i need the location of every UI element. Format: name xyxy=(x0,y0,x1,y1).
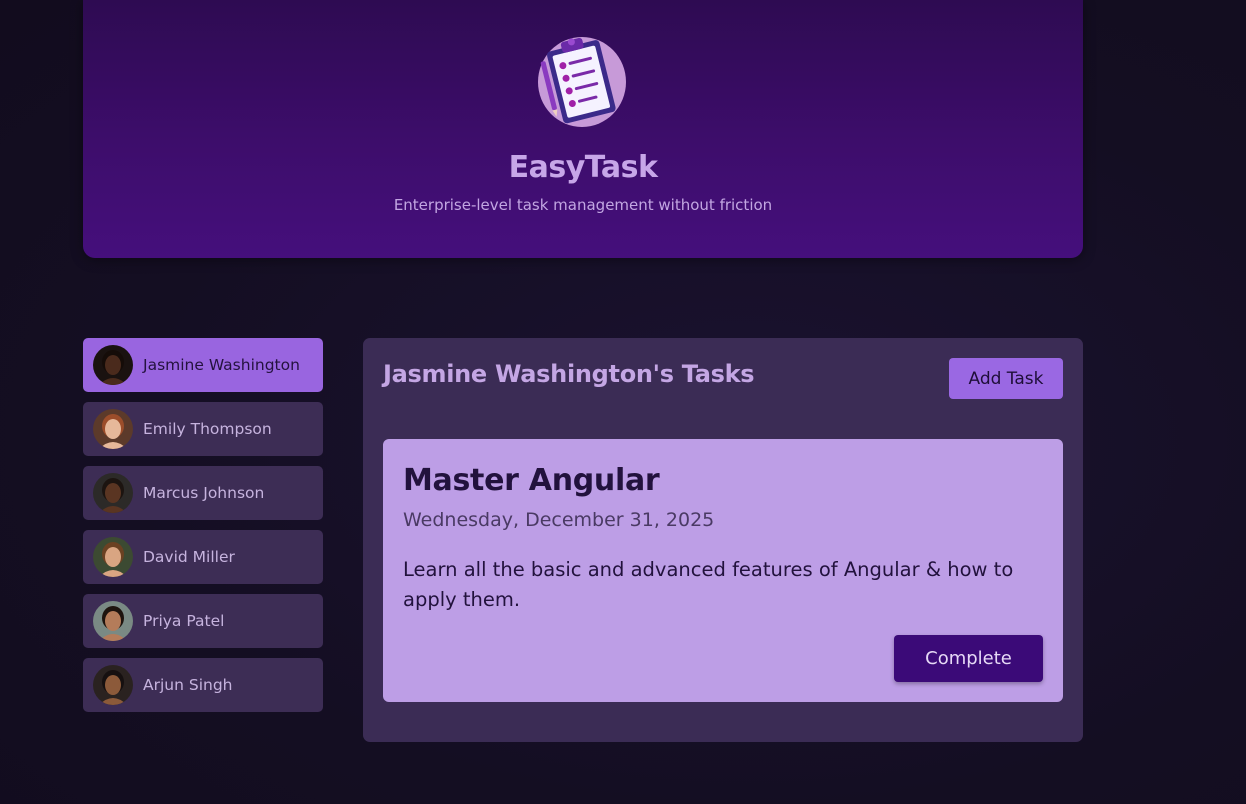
task-card: Master Angular Wednesday, December 31, 2… xyxy=(383,439,1063,702)
task-description: Learn all the basic and advanced feature… xyxy=(403,558,1014,611)
user-name: David Miller xyxy=(143,548,235,566)
add-task-button[interactable]: Add Task xyxy=(949,358,1063,399)
avatar xyxy=(93,601,133,641)
avatar xyxy=(93,665,133,705)
tasks-title: Jasmine Washington's Tasks xyxy=(383,360,755,388)
user-name: Jasmine Washington xyxy=(143,356,300,374)
complete-button[interactable]: Complete xyxy=(894,635,1043,682)
avatar xyxy=(93,473,133,513)
user-item[interactable]: David Miller xyxy=(83,530,323,584)
clipboard-checklist-icon xyxy=(538,32,630,128)
user-item[interactable]: Emily Thompson xyxy=(83,402,323,456)
user-list: Jasmine Washington Emily Thompson Marcus J… xyxy=(83,338,323,722)
avatar xyxy=(93,345,133,385)
app-subtitle: Enterprise-level task management without… xyxy=(393,196,773,214)
app-title: EasyTask xyxy=(508,150,658,185)
user-name: Priya Patel xyxy=(143,612,225,630)
avatar xyxy=(93,409,133,449)
user-item[interactable]: Marcus Johnson xyxy=(83,466,323,520)
user-name: Arjun Singh xyxy=(143,676,233,694)
avatar xyxy=(93,537,133,577)
user-item[interactable]: Priya Patel xyxy=(83,594,323,648)
tasks-panel: Jasmine Washington's Tasks Add Task Mast… xyxy=(363,338,1083,742)
task-date: Wednesday, December 31, 2025 xyxy=(403,509,715,531)
user-item[interactable]: Jasmine Washington xyxy=(83,338,323,392)
task-title: Master Angular xyxy=(403,463,660,498)
user-name: Emily Thompson xyxy=(143,420,272,438)
app-header: EasyTask Enterprise-level task managemen… xyxy=(83,0,1083,258)
user-item[interactable]: Arjun Singh xyxy=(83,658,323,712)
user-name: Marcus Johnson xyxy=(143,484,265,502)
